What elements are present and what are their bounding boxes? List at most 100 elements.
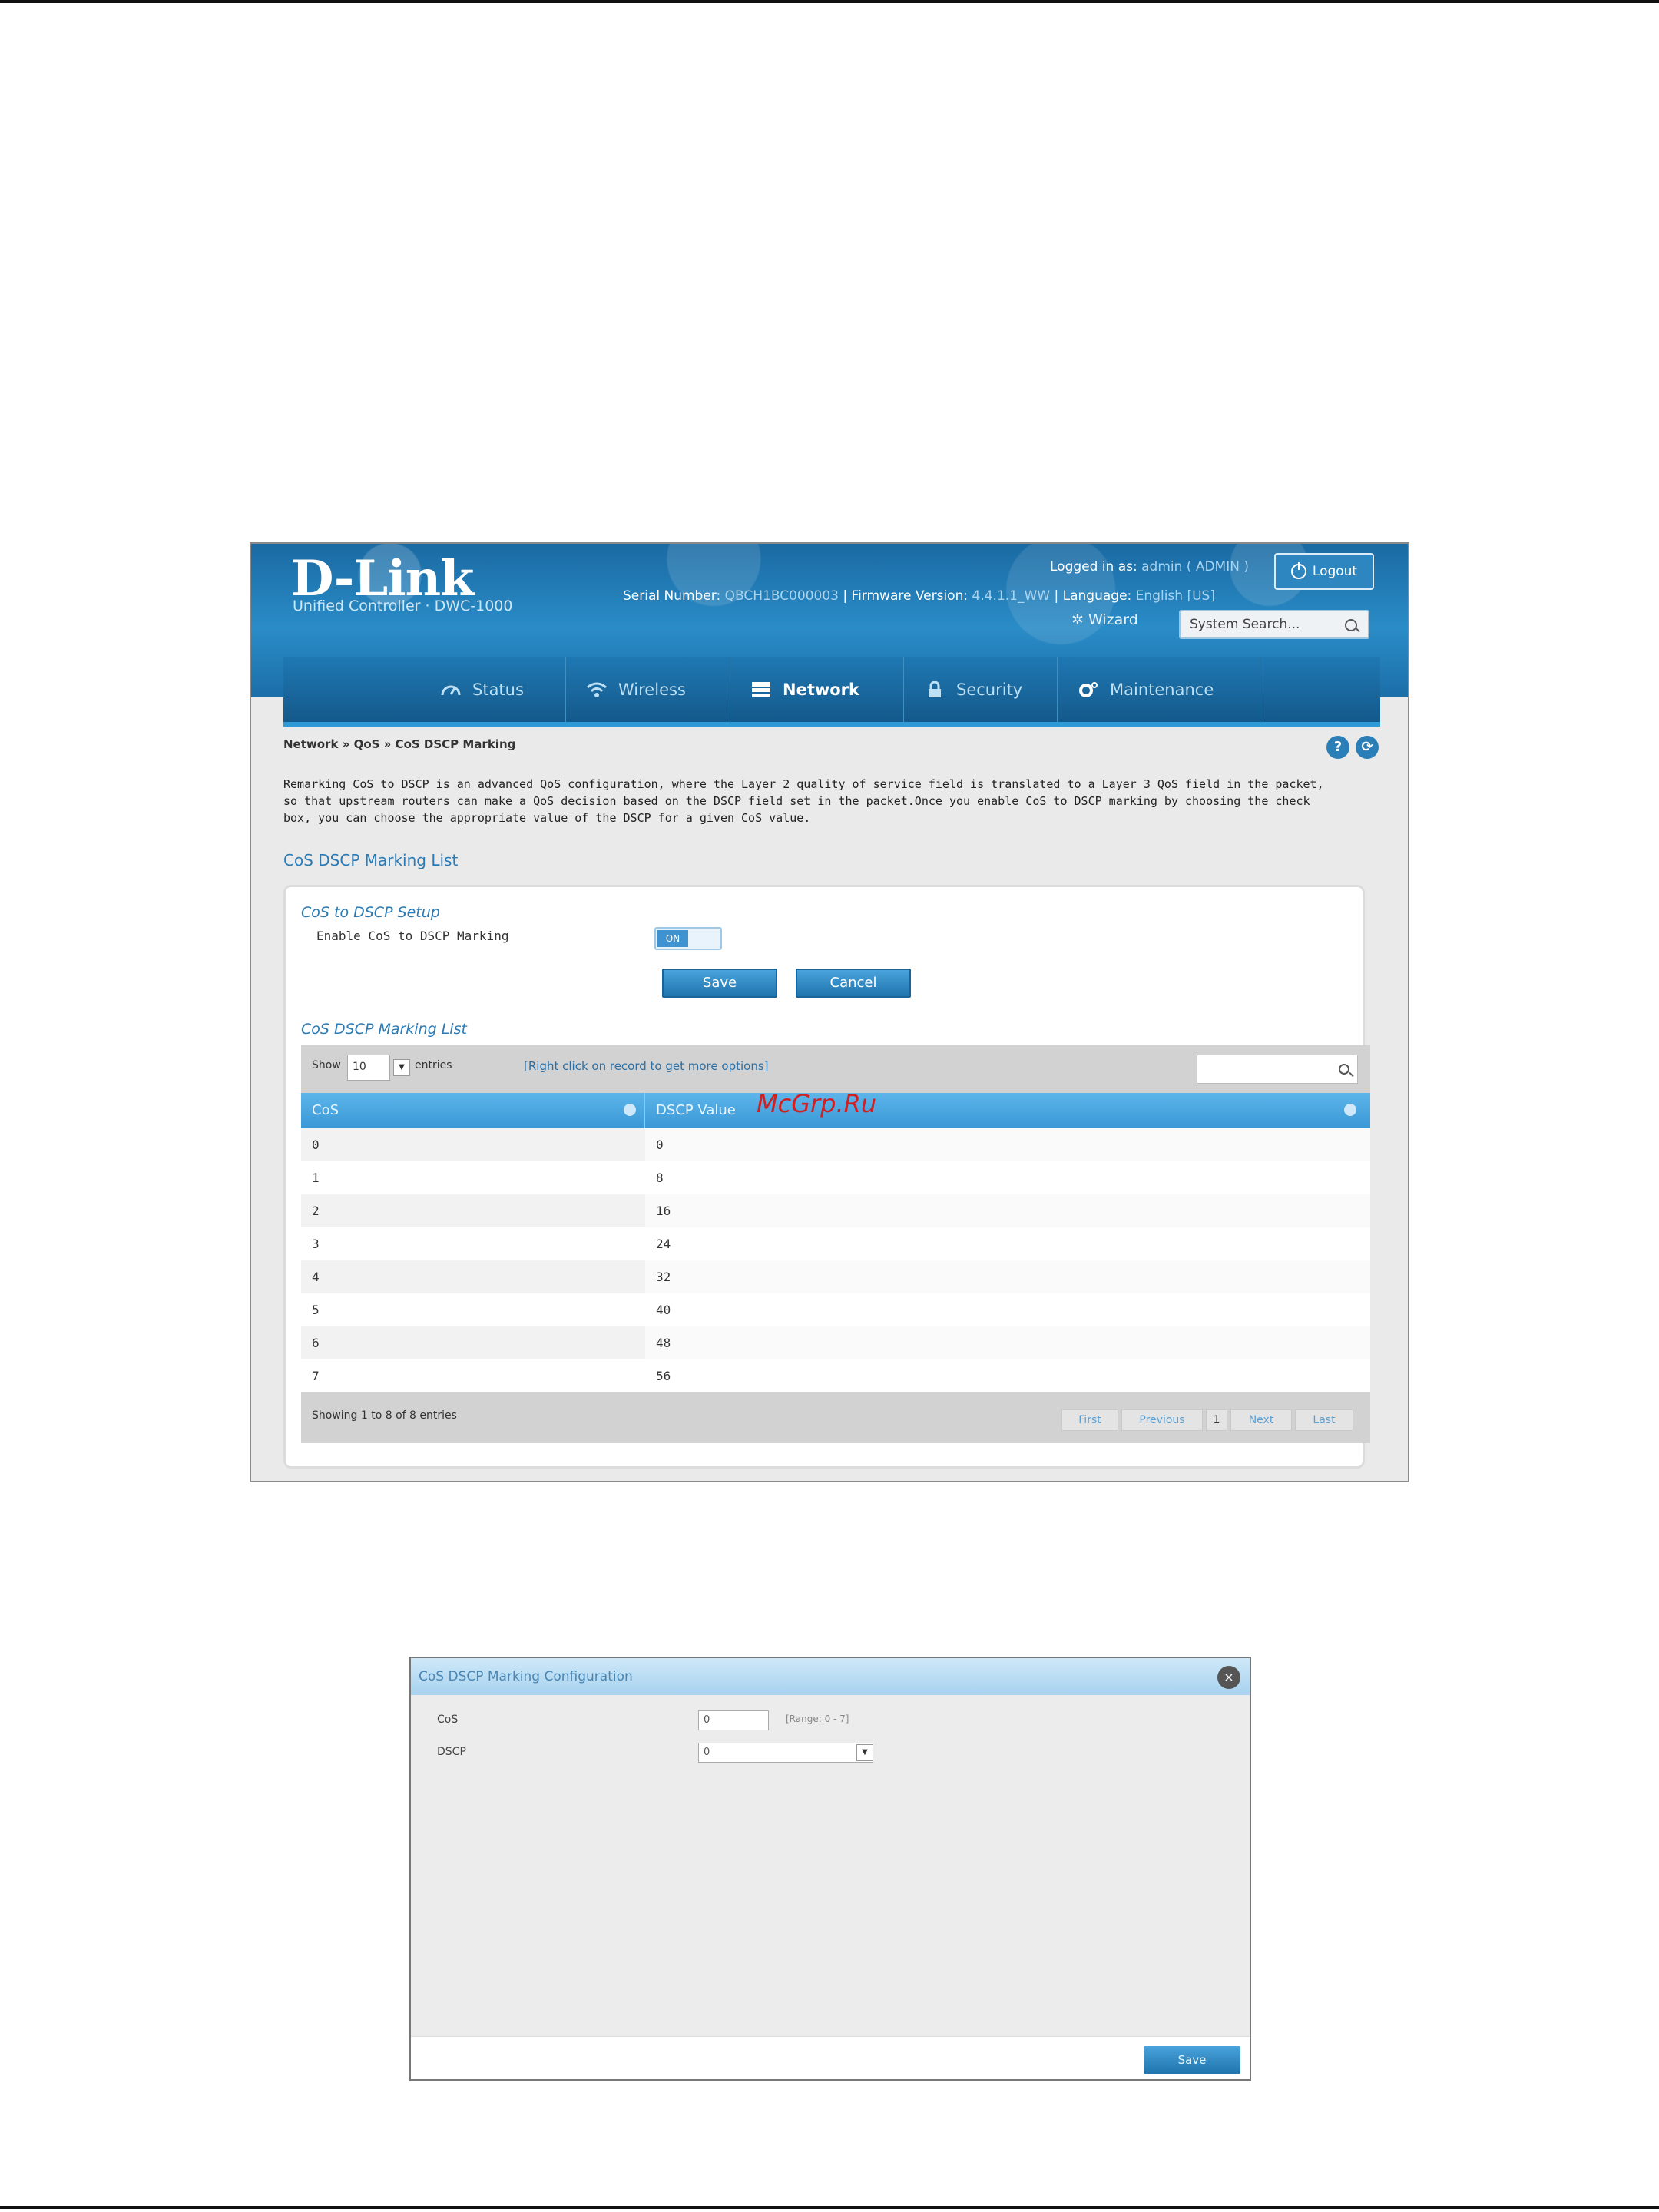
page-bottom-rule — [0, 2206, 1659, 2209]
lock-icon — [924, 680, 945, 698]
grid-toolbar: Show 10 ▼ entries [Right click on record… — [301, 1045, 1370, 1093]
column-header-dscp[interactable]: DSCP Value — [645, 1093, 1370, 1128]
nav-wireless-label: Wireless — [618, 680, 686, 699]
sort-icon[interactable] — [624, 1104, 636, 1116]
device-info: Serial Number: QBCH1BC000003 | Firmware … — [623, 588, 1215, 604]
cell-dscp: 56 — [656, 1369, 671, 1383]
pager-first[interactable]: First — [1061, 1409, 1118, 1431]
cell-cos: 6 — [312, 1336, 320, 1350]
entries-select[interactable]: 10 — [347, 1055, 390, 1081]
main-panel: CoS to DSCP Setup Enable CoS to DSCP Mar… — [283, 885, 1370, 1469]
gear-icon — [1078, 681, 1099, 698]
logout-label: Logout — [1312, 564, 1358, 579]
cell-cos: 4 — [312, 1270, 320, 1284]
column-header-cos-label: CoS — [312, 1102, 339, 1118]
system-search-input[interactable]: System Search... — [1179, 610, 1369, 639]
sort-icon[interactable] — [1344, 1104, 1356, 1116]
cos-input[interactable]: 0 — [698, 1710, 769, 1730]
cell-dscp: 8 — [656, 1171, 664, 1185]
page-title: CoS DSCP Marking List — [283, 851, 459, 869]
pager-next[interactable]: Next — [1230, 1409, 1292, 1431]
cell-cos: 3 — [312, 1237, 320, 1251]
wifi-icon — [586, 681, 608, 698]
nav-network[interactable]: Network — [730, 657, 904, 722]
nav-security[interactable]: Security — [904, 657, 1058, 722]
firmware-value: 4.4.1.1_WW — [972, 588, 1051, 604]
logout-button[interactable]: Logout — [1274, 553, 1374, 590]
serial-label: Serial Number: — [623, 588, 721, 604]
cos-dscp-list-screenshot: D-Link Unified Controller · DWC-1000 Log… — [250, 542, 1409, 1482]
chevron-down-icon[interactable]: ▼ — [856, 1744, 873, 1761]
product-subtitle: Unified Controller · DWC-1000 — [293, 598, 513, 614]
grid-title: CoS DSCP Marking List — [301, 1021, 467, 1038]
enable-marking-label: Enable CoS to DSCP Marking — [316, 929, 509, 943]
save-button[interactable]: Save — [662, 969, 777, 998]
nav-maintenance[interactable]: Maintenance — [1058, 657, 1260, 722]
nav-status-label: Status — [472, 680, 524, 699]
wizard-link[interactable]: ✲ Wizard — [1071, 611, 1138, 628]
pager-current-page[interactable]: 1 — [1206, 1409, 1227, 1431]
cell-dscp: 48 — [645, 1326, 1370, 1359]
serial-value: QBCH1BC000003 — [724, 588, 839, 604]
chevron-down-icon[interactable]: ▼ — [393, 1059, 410, 1076]
cell-cos: 0 — [312, 1137, 320, 1152]
cell-dscp: 40 — [656, 1303, 671, 1317]
entries-count: Showing 1 to 8 of 8 entries — [312, 1409, 457, 1422]
table-row[interactable]: 5 40 — [301, 1293, 1370, 1326]
search-icon[interactable] — [1339, 1064, 1349, 1075]
wizard-label: Wizard — [1088, 611, 1138, 628]
table-row[interactable]: 4 32 — [301, 1260, 1370, 1293]
cell-dscp: 0 — [645, 1128, 1370, 1161]
page-top-rule — [0, 0, 1659, 3]
cell-cos: 2 — [312, 1204, 320, 1218]
grid-search-input[interactable] — [1197, 1055, 1358, 1084]
search-icon[interactable] — [1345, 619, 1357, 631]
setup-title: CoS to DSCP Setup — [301, 904, 440, 921]
cell-cos: 7 — [312, 1369, 320, 1383]
cos-dscp-config-dialog: CoS DSCP Marking Configuration × CoS 0 [… — [409, 1657, 1251, 2081]
breadcrumb: Network » QoS » CoS DSCP Marking — [283, 737, 516, 751]
dashboard-icon — [440, 681, 462, 698]
table-row[interactable]: 0 0 — [301, 1128, 1370, 1161]
dialog-title: CoS DSCP Marking Configuration — [411, 1658, 1250, 1695]
nav-maintenance-label: Maintenance — [1110, 680, 1214, 699]
network-icon — [750, 681, 772, 698]
table-row[interactable]: 2 16 — [301, 1194, 1370, 1227]
dialog-save-button[interactable]: Save — [1144, 2046, 1240, 2074]
nav-network-label: Network — [783, 680, 860, 699]
logged-in-label: Logged in as: — [1050, 559, 1137, 575]
cell-cos: 5 — [312, 1303, 320, 1317]
logged-in-user[interactable]: admin ( ADMIN ) — [1141, 559, 1249, 575]
column-header-cos[interactable]: CoS — [301, 1093, 645, 1128]
cancel-button[interactable]: Cancel — [796, 969, 911, 998]
language-select[interactable]: English [US] — [1136, 588, 1215, 604]
firmware-label: Firmware Version: — [851, 588, 969, 604]
cell-dscp: 16 — [645, 1194, 1370, 1227]
toggle-on-label: ON — [657, 930, 688, 947]
wand-icon: ✲ — [1071, 611, 1084, 628]
enable-marking-toggle[interactable]: ON — [654, 927, 722, 950]
entries-label: entries — [415, 1059, 452, 1071]
context-hint: [Right click on record to get more optio… — [524, 1059, 769, 1073]
table-row[interactable]: 6 48 — [301, 1326, 1370, 1359]
table-row[interactable]: 3 24 — [301, 1227, 1370, 1260]
site-watermark: McGrp.Ru — [757, 1089, 877, 1118]
table-row[interactable]: 7 56 — [301, 1359, 1370, 1392]
help-icon[interactable]: ? — [1326, 736, 1349, 759]
dscp-select[interactable]: 0 — [698, 1743, 873, 1763]
column-header-dscp-label: DSCP Value — [656, 1102, 736, 1118]
nav-security-label: Security — [956, 680, 1023, 699]
cell-dscp: 24 — [656, 1237, 671, 1251]
show-label: Show — [312, 1059, 341, 1071]
pager-last[interactable]: Last — [1295, 1409, 1353, 1431]
refresh-icon[interactable]: ⟳ — [1356, 736, 1379, 759]
table-row[interactable]: 1 8 — [301, 1161, 1370, 1194]
power-icon — [1290, 562, 1306, 579]
grid-rows: 0 0 1 8 2 16 3 24 4 32 5 40 6 48 7 56 — [301, 1128, 1370, 1392]
pager-previous[interactable]: Previous — [1121, 1409, 1203, 1431]
nav-status[interactable]: Status — [420, 657, 566, 722]
close-icon[interactable]: × — [1217, 1666, 1240, 1689]
cos-field-label: CoS — [437, 1714, 459, 1726]
nav-wireless[interactable]: Wireless — [566, 657, 730, 722]
system-search-placeholder: System Search... — [1190, 617, 1300, 632]
